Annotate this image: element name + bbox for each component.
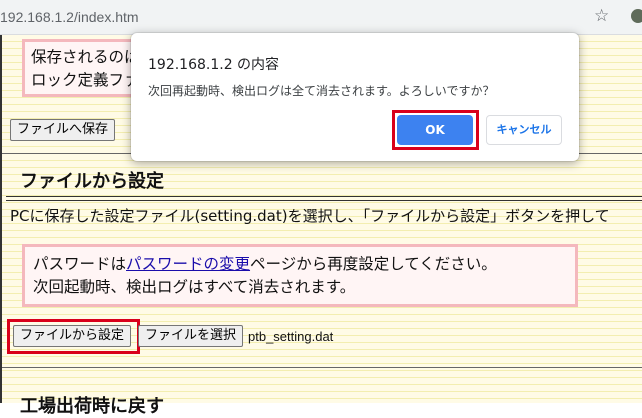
file-settings-title: ファイルから設定 — [20, 171, 164, 192]
apply-button-highlight — [7, 319, 140, 354]
file-settings-description: PCに保存した設定ファイル(setting.dat)を選択し、「ファイルから設定… — [10, 207, 610, 225]
title-rule — [6, 196, 642, 201]
password-change-link[interactable]: パスワードの変更 — [126, 255, 250, 273]
dialog-message: 次回再起動時、検出ログは全て消去されます。よろしいですか？ — [148, 84, 495, 98]
selected-file-name: ptb_setting.dat — [248, 329, 334, 344]
ok-button-highlight — [392, 110, 479, 150]
profile-icon[interactable] — [631, 9, 642, 23]
choose-file-button[interactable]: ファイルを選択 — [138, 325, 244, 347]
divider — [2, 367, 642, 368]
password-notice-prefix: パスワードは — [33, 255, 127, 273]
password-notice-box: パスワードはパスワードの変更ページから再度設定してください。 次回起動時、検出ロ… — [22, 244, 578, 307]
save-to-file-button[interactable]: ファイルへ保存 — [10, 119, 116, 141]
factory-reset-title: 工場出荷時に戻す — [20, 396, 164, 417]
bookmark-star-icon[interactable]: ☆ — [594, 6, 609, 26]
cancel-button[interactable]: キャンセル — [486, 115, 562, 145]
dialog-title: 192.168.1.2 の内容 — [148, 57, 280, 73]
password-notice-line1: パスワードはパスワードの変更ページから再度設定してください。 — [33, 253, 567, 276]
confirm-dialog: 192.168.1.2 の内容 次回再起動時、検出ログは全て消去されます。よろし… — [131, 33, 579, 161]
password-notice-suffix: ページから再度設定してください。 — [250, 255, 497, 273]
password-notice-line2: 次回起動時、検出ログはすべて消去されます。 — [33, 278, 356, 296]
address-bar[interactable]: 192.168.1.2/index.htm ☆ — [0, 0, 642, 35]
url-text[interactable]: 192.168.1.2/index.htm — [0, 9, 139, 25]
